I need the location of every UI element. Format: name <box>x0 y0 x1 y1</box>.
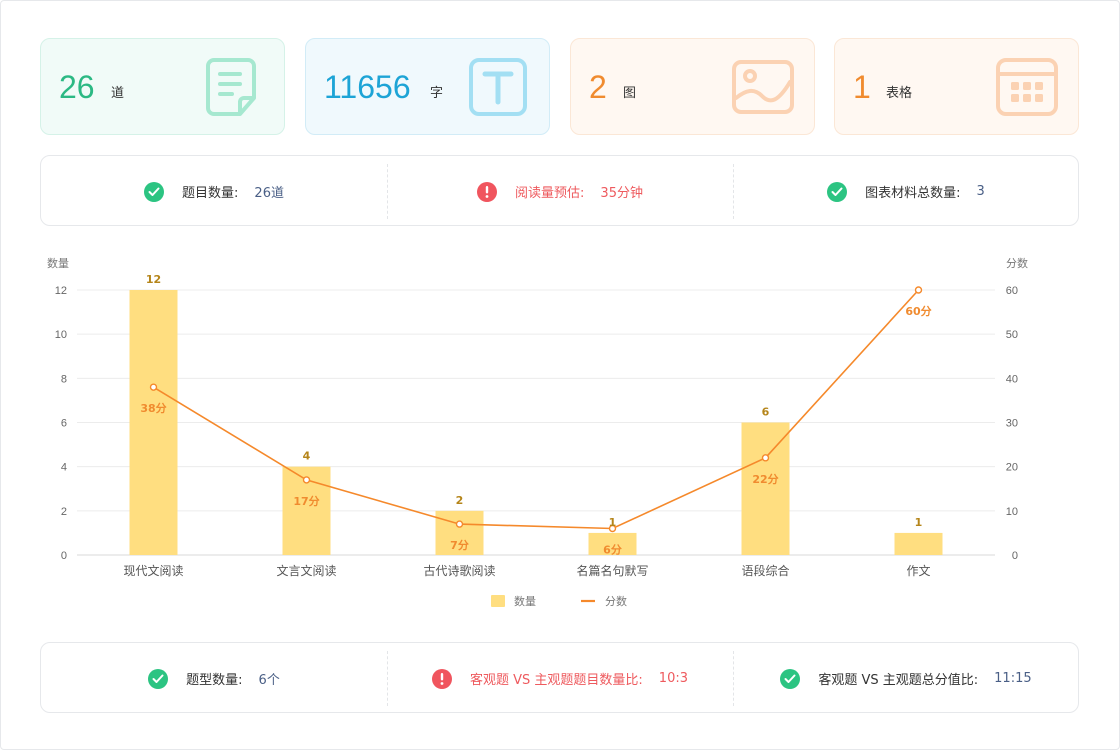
summary-bar-bottom: 题型数量: 6个 客观题 VS 主观题题目数量比: 10:3 客观题 VS 主观… <box>40 642 1079 713</box>
word-count-unit: 字 <box>430 86 444 101</box>
y-left-tick-label: 2 <box>61 506 67 518</box>
summary-reading-estimate: 阅读量预估: 35分钟 <box>387 156 733 227</box>
y-left-tick-label: 0 <box>61 550 67 562</box>
summary-value: 11:15 <box>994 671 1032 686</box>
y-right-tick-label: 0 <box>1012 550 1018 562</box>
check-circle-icon <box>780 668 801 689</box>
summary-value: 6个 <box>258 673 280 688</box>
summary-value: 35分钟 <box>600 186 643 201</box>
question-count-value: 26 <box>59 69 95 105</box>
line-series <box>149 286 923 533</box>
bar-value-label: 12 <box>146 273 161 286</box>
chart-labels: 12 4 2 1 6 1 38分 17分 7分 6分 22分 60分 <box>140 273 931 557</box>
image-count-unit: 图 <box>623 86 637 101</box>
summary-label: 题目数量: <box>182 186 239 201</box>
summary-label: 题型数量: <box>186 673 243 688</box>
summary-question-ratio: 客观题 VS 主观题题目数量比: 10:3 <box>387 643 733 714</box>
table-count-value: 1 <box>853 69 871 105</box>
y-right-tick-label: 10 <box>1006 506 1018 518</box>
x-category-label: 作文 <box>906 563 930 578</box>
table-count-card: 1 表格 <box>834 38 1079 135</box>
legend-line-label: 分数 <box>605 595 627 608</box>
x-category-label: 现代文阅读 <box>123 563 183 578</box>
line-value-label: 38分 <box>140 401 166 415</box>
bar-value-label: 2 <box>456 494 464 507</box>
y-left-tick-label: 12 <box>55 285 67 297</box>
line-point <box>914 286 923 294</box>
line-point <box>149 383 158 391</box>
y-left-tick-label: 8 <box>61 373 67 385</box>
warning-circle-icon <box>432 668 452 689</box>
summary-type-count: 题型数量: 6个 <box>41 643 387 714</box>
question-distribution-chart: 0246810120102030405060数量 分数现代文阅读 文言文阅读 古代诗歌… <box>47 257 1028 608</box>
bar-value-label: 4 <box>303 450 311 463</box>
bar <box>129 290 178 555</box>
x-category-label: 古代诗歌阅读 <box>423 563 495 578</box>
summary-label: 图表材料总数量: <box>865 186 961 201</box>
bar-value-label: 1 <box>915 516 923 529</box>
summary-score-ratio: 客观题 VS 主观题总分值比: 11:15 <box>733 643 1079 714</box>
bar <box>894 532 943 555</box>
summary-label: 客观题 VS 主观题题目数量比: <box>470 673 643 688</box>
line-value-label: 22分 <box>752 472 778 486</box>
check-circle-icon <box>144 181 165 202</box>
summary-value: 10:3 <box>658 671 688 686</box>
word-count-card: 11656 字 <box>305 38 550 135</box>
bar-value-label: 1 <box>609 516 617 529</box>
bar <box>741 422 790 555</box>
question-count-card: 26 道 <box>40 38 285 135</box>
x-category-label: 文言文阅读 <box>276 563 336 578</box>
line-value-label: 17分 <box>293 494 319 508</box>
question-count-unit: 道 <box>111 86 125 101</box>
y-left-axis-title: 数量 <box>47 257 69 270</box>
image-count-card: 2 图 <box>570 38 815 135</box>
word-count-value: 11656 <box>324 69 411 105</box>
summary-material-count: 图表材料总数量: 3 <box>733 156 1079 227</box>
y-left-tick-label: 10 <box>55 329 67 341</box>
legend-bar-swatch <box>491 595 505 607</box>
text-icon <box>469 58 527 116</box>
line-point <box>761 454 770 462</box>
y-right-tick-label: 20 <box>1006 462 1018 474</box>
table-count-unit: 表格 <box>886 86 913 101</box>
legend-bar-label: 数量 <box>514 595 536 608</box>
y-right-axis-title: 分数 <box>1006 257 1028 270</box>
summary-value: 26道 <box>254 186 284 201</box>
x-category-label: 语段综合 <box>741 563 789 578</box>
summary-bar-top: 题目数量: 26道 阅读量预估: 35分钟 图表材料总数量: 3 <box>40 155 1079 226</box>
chart-grid: 0246810120102030405060数量 分数现代文阅读 文言文阅读 古代诗歌… <box>47 257 1028 578</box>
summary-value: 3 <box>976 184 985 199</box>
y-right-tick-label: 40 <box>1006 373 1018 385</box>
score-line <box>153 289 920 530</box>
line-point <box>302 476 311 484</box>
x-category-label: 名篇名句默写 <box>576 563 648 578</box>
line-value-label: 60分 <box>905 304 931 318</box>
line-value-label: 6分 <box>603 543 622 557</box>
line-value-label: 7分 <box>450 538 469 552</box>
y-left-tick-label: 6 <box>61 418 67 430</box>
y-right-tick-label: 30 <box>1006 418 1018 430</box>
check-circle-icon <box>827 181 848 202</box>
warning-circle-icon <box>477 181 498 202</box>
image-icon <box>732 60 794 114</box>
y-right-tick-label: 60 <box>1006 285 1018 297</box>
summary-label: 阅读量预估: <box>515 186 585 201</box>
y-right-tick-label: 50 <box>1006 329 1018 341</box>
document-icon <box>206 58 256 116</box>
check-circle-icon <box>148 668 169 689</box>
y-left-tick-label: 4 <box>61 462 67 474</box>
chart-legend: 数量 分数 <box>491 595 627 608</box>
summary-label: 客观题 VS 主观题总分值比: <box>818 673 979 688</box>
image-count-value: 2 <box>589 69 607 105</box>
summary-question-count: 题目数量: 26道 <box>41 156 387 227</box>
table-icon <box>996 58 1058 116</box>
line-point <box>455 520 464 528</box>
bar-value-label: 6 <box>762 406 770 419</box>
